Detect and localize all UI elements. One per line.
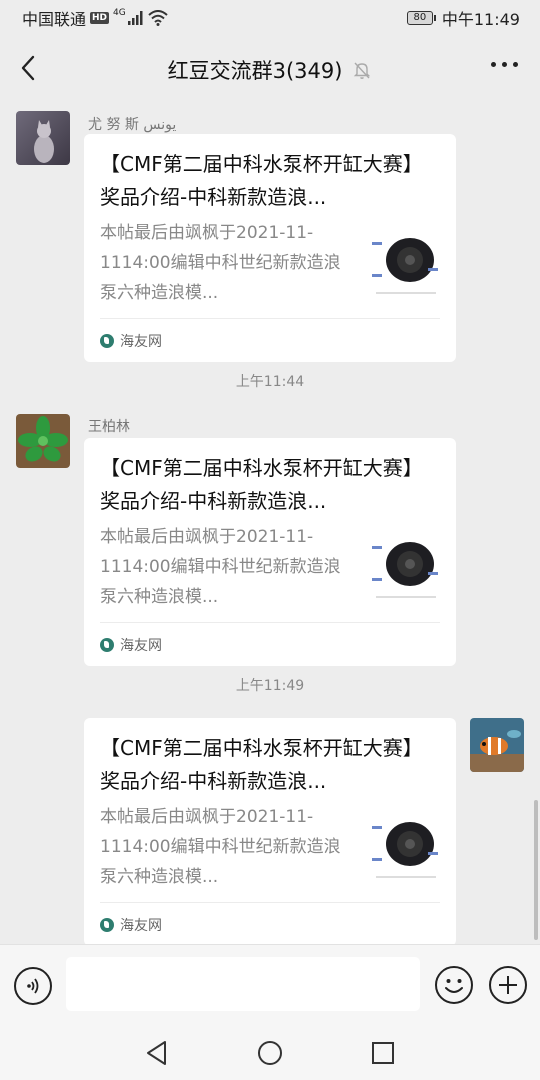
- more-dots-icon: [491, 62, 496, 67]
- hd-badge: HD: [90, 12, 110, 24]
- card-source: 海友网: [120, 917, 162, 934]
- nav-back-button[interactable]: [142, 1038, 172, 1068]
- link-card[interactable]: 【CMF第二届中科水泵杯开缸大赛】奖品介绍-中科新款造浪... 本帖最后由飒枫于…: [84, 438, 456, 666]
- scrollbar[interactable]: [534, 800, 538, 940]
- sender-name: 王柏林: [88, 419, 130, 435]
- card-body: 本帖最后由飒枫于2021-11-1114:00编辑中科世纪新款造浪泵六种造浪模.…: [100, 522, 440, 612]
- battery-level: 80: [406, 11, 433, 25]
- carrier-name: 中国联通: [22, 10, 87, 29]
- status-time: 中午11:49: [441, 10, 520, 29]
- card-description: 本帖最后由飒枫于2021-11-1114:00编辑中科世纪新款造浪泵六种造浪模.…: [100, 223, 341, 303]
- voice-button[interactable]: [14, 967, 52, 1005]
- link-card[interactable]: 【CMF第二届中科水泵杯开缸大赛】奖品介绍-中科新款造浪... 本帖最后由飒枫于…: [84, 134, 456, 362]
- card-title: 【CMF第二届中科水泵杯开缸大赛】奖品介绍-中科新款造浪...: [100, 456, 423, 513]
- emoji-button[interactable]: [435, 966, 473, 1004]
- chat-title: 红豆交流群3(349): [167, 59, 343, 83]
- voice-icon: [27, 978, 39, 994]
- message-input[interactable]: [66, 957, 420, 1011]
- card-source: 海友网: [120, 333, 162, 350]
- card-title: 【CMF第二届中科水泵杯开缸大赛】奖品介绍-中科新款造浪...: [100, 152, 423, 209]
- card-body: 本帖最后由飒枫于2021-11-1114:00编辑中科世纪新款造浪泵六种造浪模.…: [100, 218, 440, 308]
- title-wrap: 红豆交流群3(349): [168, 55, 373, 85]
- sender-name: 尤 努 斯 يونس: [88, 117, 177, 133]
- card-description: 本帖最后由飒枫于2021-11-1114:00编辑中科世纪新款造浪泵六种造浪模.…: [100, 807, 341, 887]
- avatar-self[interactable]: [470, 718, 524, 772]
- triangle-back-icon: [146, 1041, 166, 1065]
- more-functions-button[interactable]: [489, 966, 527, 1004]
- time-separator: 上午11:49: [235, 678, 305, 694]
- status-bar: 中国联通 HD 4G 80 中午11:49: [0, 0, 540, 36]
- pump-thumbnail-icon: [372, 224, 440, 296]
- pump-thumbnail-icon: [372, 528, 440, 600]
- square-recents-icon: [372, 1042, 395, 1064]
- circle-home-icon: [257, 1041, 282, 1065]
- network-type: 4G: [113, 8, 126, 18]
- nav-home-button[interactable]: [255, 1038, 285, 1068]
- card-title: 【CMF第二届中科水泵杯开缸大赛】奖品介绍-中科新款造浪...: [100, 736, 423, 793]
- more-button[interactable]: [491, 62, 518, 67]
- avatar[interactable]: [16, 111, 70, 165]
- input-bar: [0, 944, 540, 1026]
- avatar[interactable]: [16, 414, 70, 468]
- nav-recents-button[interactable]: [368, 1038, 398, 1068]
- pump-thumbnail-icon: [372, 808, 440, 880]
- plus-icon: [499, 976, 517, 994]
- plant-photo-icon: [16, 414, 70, 468]
- chevron-left-icon: [21, 55, 35, 81]
- battery-icon: 80: [406, 11, 436, 25]
- card-description: 本帖最后由飒枫于2021-11-1114:00编辑中科世纪新款造浪泵六种造浪模.…: [100, 527, 341, 607]
- fish-photo-icon: [470, 718, 524, 772]
- card-footer: 海友网: [100, 902, 440, 946]
- site-logo-icon: [100, 333, 114, 348]
- bell-off-icon: [354, 62, 371, 79]
- link-card[interactable]: 【CMF第二届中科水泵杯开缸大赛】奖品介绍-中科新款造浪... 本帖最后由飒枫于…: [84, 718, 456, 946]
- site-logo-icon: [100, 917, 114, 932]
- cat-photo-icon: [16, 111, 70, 165]
- system-nav-bar: [0, 1026, 540, 1080]
- card-body: 本帖最后由飒枫于2021-11-1114:00编辑中科世纪新款造浪泵六种造浪模.…: [100, 802, 440, 892]
- signal-icon: [127, 11, 143, 25]
- time-separator: 上午11:44: [235, 374, 305, 390]
- wifi-icon: [148, 10, 168, 26]
- back-button[interactable]: [14, 52, 42, 84]
- status-right: 80 中午11:49: [406, 6, 520, 30]
- chat-header: 红豆交流群3(349): [0, 38, 540, 102]
- card-footer: 海友网: [100, 318, 440, 362]
- emoji-icon: [445, 979, 463, 993]
- site-logo-icon: [100, 637, 114, 652]
- card-footer: 海友网: [100, 622, 440, 666]
- card-source: 海友网: [120, 637, 162, 654]
- status-left: 中国联通 HD 4G: [22, 6, 168, 30]
